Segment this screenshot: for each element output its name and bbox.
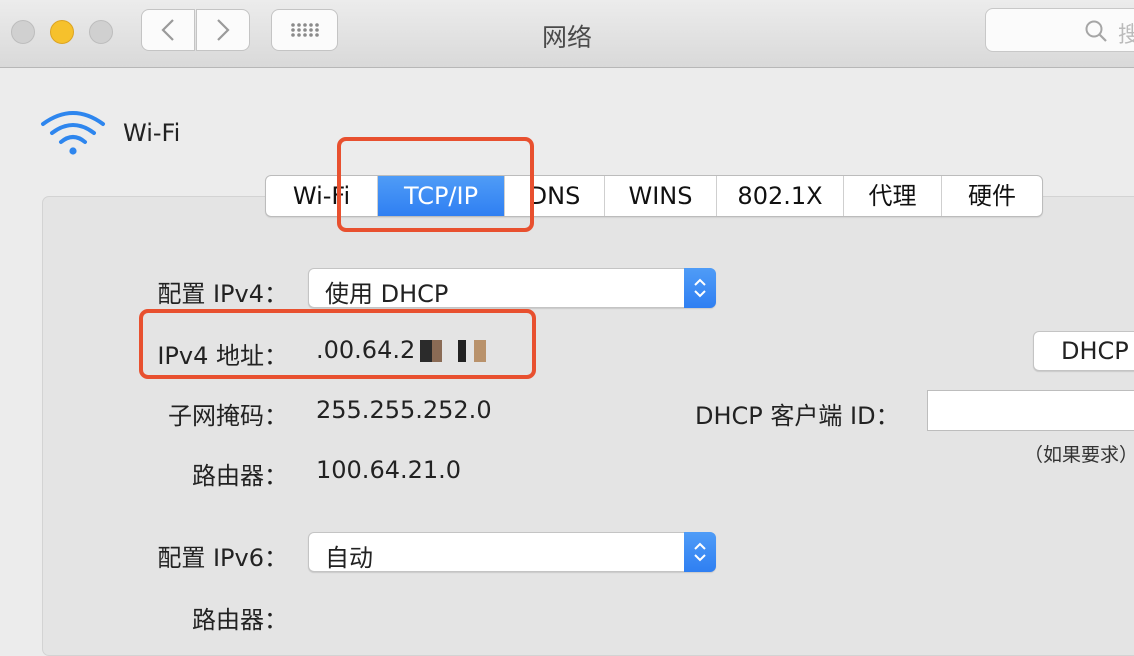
dhcp-client-id-field[interactable] [927,390,1134,431]
tab-proxy[interactable]: 代理 [844,176,942,216]
dhcp-client-id-hint: （如果要求） [1024,444,1134,466]
service-name: Wi-Fi [123,119,181,147]
router-label: 路由器： [192,462,288,490]
dhcp-client-id-label: DHCP 客户端 ID： [695,402,900,430]
router6-label: 路由器： [192,606,288,634]
tab-8021x[interactable]: 802.1X [717,176,844,216]
window-title: 网络 [541,23,592,52]
subnet-mask-value: 255.255.252.0 [316,396,492,424]
tab-hardware[interactable]: 硬件 [942,176,1042,216]
highlight-ipv4-address [139,309,536,379]
search-input[interactable]: 搜 [985,8,1134,52]
stepper-arrows-icon [684,532,716,572]
wifi-icon [41,111,105,155]
highlight-tcpip-tab [337,137,534,232]
configure-ipv6-label: 配置 IPv6： [157,544,288,572]
search-placeholder: 搜 [1118,23,1134,48]
title-bar: 网络 搜 [0,0,1134,68]
search-icon [1085,20,1107,42]
configure-ipv4-select[interactable]: 使用 DHCP [308,268,716,308]
configure-ipv6-value: 自动 [325,544,373,572]
configure-ipv6-select[interactable]: 自动 [308,532,716,572]
configure-ipv4-label: 配置 IPv4： [157,280,288,308]
subnet-mask-label: 子网掩码： [168,402,288,430]
renew-dhcp-button[interactable]: DHCP [1033,331,1134,371]
stepper-arrows-icon [684,268,716,308]
tab-wins[interactable]: WINS [605,176,717,216]
router-value: 100.64.21.0 [316,456,462,484]
configure-ipv4-value: 使用 DHCP [325,280,449,308]
